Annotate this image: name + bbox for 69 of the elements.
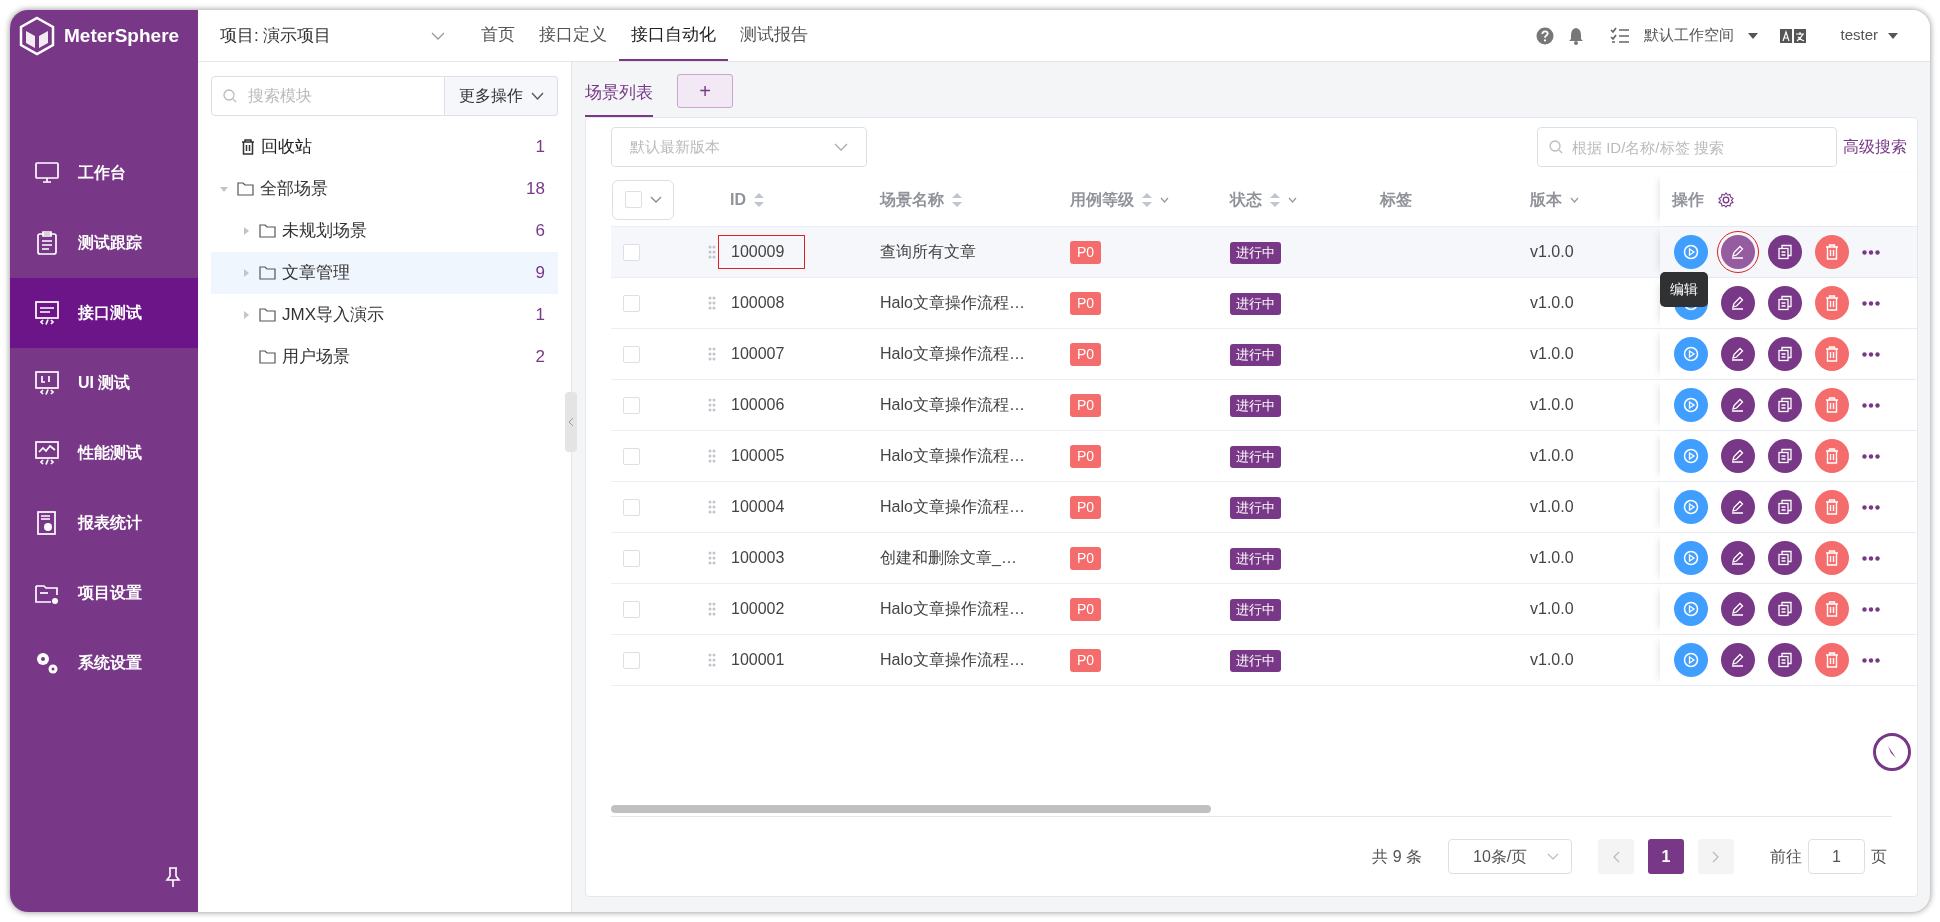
status-badge: 进行中: [1230, 446, 1281, 468]
column-header: 版本: [1530, 189, 1562, 210]
status-badge: 进行中: [1230, 242, 1281, 264]
item-count: 9: [535, 262, 545, 285]
goto-label: 前往: [1770, 846, 1802, 867]
table-cell-text: 100005: [730, 446, 786, 466]
priority-badge: P0: [1070, 343, 1102, 366]
folder-label: JMX导入演示: [282, 304, 385, 327]
table-cell-text: 100008: [730, 293, 786, 313]
table-cell-text: Halo文章操作流程…: [880, 650, 1026, 670]
trash-label: 回收站: [261, 136, 313, 159]
table-cell-text: 创建和删除文章_…: [880, 548, 1018, 568]
status-badge: 进行中: [1230, 548, 1281, 570]
priority-badge: P0: [1070, 547, 1102, 570]
logo-text: MeterSphere: [64, 23, 180, 48]
column-header: 用例等级: [1070, 189, 1134, 210]
table-cell-text: v1.0.0: [1530, 650, 1575, 670]
item-count: 1: [535, 304, 545, 327]
priority-badge: P0: [1070, 496, 1102, 519]
folder-label: 用户场景: [282, 346, 351, 369]
table-cell-text: v1.0.0: [1530, 548, 1575, 568]
table-cell-text: Halo文章操作流程…: [880, 344, 1026, 364]
folder-label: 文章管理: [282, 262, 351, 285]
priority-badge: P0: [1070, 241, 1102, 264]
table-cell-text: v1.0.0: [1530, 446, 1575, 466]
goto-suffix: 页: [1871, 846, 1887, 867]
priority-badge: P0: [1070, 445, 1102, 468]
table-cell-text: v1.0.0: [1530, 293, 1575, 313]
table-cell-text: v1.0.0: [1530, 599, 1575, 619]
table-cell-text: 100004: [730, 497, 786, 517]
status-badge: 进行中: [1230, 650, 1281, 672]
table-cell-text: Halo文章操作流程…: [880, 599, 1026, 619]
folder-label: 未规划场景: [282, 220, 368, 243]
table-cell-text: Halo文章操作流程…: [880, 446, 1026, 466]
status-badge: 进行中: [1230, 599, 1281, 621]
column-header: 标签: [1380, 189, 1412, 210]
table-cell-text: Halo文章操作流程…: [880, 293, 1026, 313]
item-count: 18: [526, 178, 545, 201]
table-cell-text: 100006: [730, 395, 786, 415]
folder-label: 全部场景: [260, 178, 329, 201]
item-count: 2: [535, 346, 545, 369]
column-header: 操作: [1672, 189, 1704, 210]
table-cell-text: 100003: [730, 548, 786, 568]
status-badge: 进行中: [1230, 395, 1281, 417]
table-cell-text: 查询所有文章: [880, 242, 977, 262]
table-cell-text: v1.0.0: [1530, 497, 1575, 517]
table-cell-text: v1.0.0: [1530, 344, 1575, 364]
table-cell-text: 100002: [730, 599, 786, 619]
item-count: 6: [535, 220, 545, 243]
column-header: 场景名称: [880, 189, 944, 210]
item-count: 1: [535, 136, 545, 159]
total-count: 共 9 条: [1372, 846, 1422, 867]
status-badge: 进行中: [1230, 293, 1281, 315]
table-cell-text: v1.0.0: [1530, 242, 1575, 262]
priority-badge: P0: [1070, 394, 1102, 417]
status-badge: 进行中: [1230, 344, 1281, 366]
priority-badge: P0: [1070, 598, 1102, 621]
column-header: ID: [730, 189, 746, 210]
table-cell: 100009: [718, 235, 806, 269]
table-cell-text: Halo文章操作流程…: [880, 497, 1026, 517]
column-header: 状态: [1230, 189, 1262, 210]
table-cell-text: 100001: [730, 650, 786, 670]
table-cell-text: Halo文章操作流程…: [880, 395, 1026, 415]
table-cell-text: 100007: [730, 344, 786, 364]
tooltip: 编辑: [1660, 272, 1708, 307]
status-badge: 进行中: [1230, 497, 1281, 519]
priority-badge: P0: [1070, 649, 1102, 672]
priority-badge: P0: [1070, 292, 1102, 315]
table-cell-text: v1.0.0: [1530, 395, 1575, 415]
